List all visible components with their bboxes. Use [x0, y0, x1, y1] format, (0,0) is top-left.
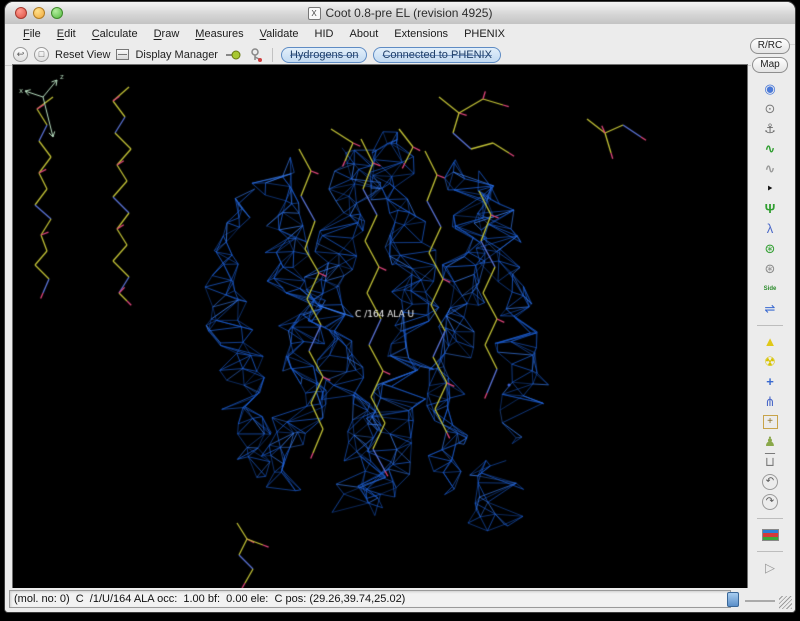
- display-manager-icon: [116, 49, 129, 60]
- flag-icon[interactable]: [762, 529, 779, 541]
- regularize-zone-icon[interactable]: ∿: [759, 159, 781, 179]
- coot-window: X Coot 0.8-pre EL (revision 4925) FileEd…: [5, 2, 795, 612]
- rrc-button[interactable]: R/RC: [750, 38, 790, 54]
- reset-view-button[interactable]: Reset View: [55, 49, 110, 61]
- mutate-icon[interactable]: ▲: [759, 332, 781, 352]
- mutate-autofit-icon[interactable]: ☢: [759, 352, 781, 372]
- display-manager-button[interactable]: Display Manager: [135, 49, 218, 61]
- menu-edit[interactable]: Edit: [49, 26, 84, 42]
- expand-toolbar-icon[interactable]: ▷: [759, 558, 781, 578]
- mini-slider[interactable]: [745, 600, 775, 602]
- anchor-icon[interactable]: ⚓: [759, 119, 781, 139]
- status-text: (mol. no: 0) C /1/U/164 ALA occ: 1.00 bf…: [9, 590, 731, 608]
- menu-phenix[interactable]: PHENIX: [456, 26, 513, 42]
- flip-sidechain-icon[interactable]: Side: [759, 279, 781, 299]
- close-button[interactable]: [15, 7, 27, 19]
- undo-icon[interactable]: ↶: [762, 474, 778, 490]
- zoom-button[interactable]: [51, 7, 63, 19]
- titlebar[interactable]: X Coot 0.8-pre EL (revision 4925): [5, 2, 795, 25]
- hydrogens-toggle[interactable]: Hydrogens on: [281, 47, 368, 63]
- toolbar-separator: [757, 551, 783, 552]
- toolbar-back-button[interactable]: ↩: [13, 47, 28, 62]
- sphere-view-icon[interactable]: ◉: [759, 79, 781, 99]
- add-alt-conf-icon[interactable]: ⋔: [759, 392, 781, 412]
- viewport-frame: [12, 64, 748, 590]
- menu-calculate[interactable]: Calculate: [84, 26, 146, 42]
- menu-draw[interactable]: Draw: [146, 26, 188, 42]
- auto-fit-rotamer-icon[interactable]: Ψ: [759, 199, 781, 219]
- toolbar-separator: [757, 325, 783, 326]
- clock-icon[interactable]: ⊙: [759, 99, 781, 119]
- go-to-ligand-icon[interactable]: [248, 47, 264, 63]
- edit-chi-angles-icon[interactable]: ⊛: [759, 239, 781, 259]
- delete-item-icon[interactable]: ⊔: [759, 452, 781, 472]
- real-space-refine-icon[interactable]: ∿: [759, 139, 781, 159]
- pointer-triangle-icon[interactable]: ‣: [759, 179, 781, 199]
- statusbar: (mol. no: 0) C /1/U/164 ALA occ: 1.00 bf…: [5, 588, 795, 612]
- tool-column: ◉⊙⚓∿∿‣Ψλ⊛⊛Side⇌▲☢+⋔+♟⊔↶↷▷: [757, 79, 783, 578]
- window-title-text: Coot 0.8-pre EL (revision 4925): [326, 6, 493, 20]
- menubar: FileEditCalculateDrawMeasuresValidateHID…: [5, 24, 795, 45]
- phenix-status-button[interactable]: Connected to PHENIX: [373, 47, 500, 63]
- main-toolbar: ↩ □ Reset View Display Manager Hydrogens…: [5, 44, 751, 66]
- redo-icon[interactable]: ↷: [762, 494, 778, 510]
- app-icon: X: [308, 7, 321, 20]
- resize-grip[interactable]: [779, 596, 792, 609]
- minimize-button[interactable]: [33, 7, 45, 19]
- menu-measures[interactable]: Measures: [187, 26, 251, 42]
- menu-about[interactable]: About: [342, 26, 387, 42]
- go-to-atom-icon[interactable]: [224, 47, 242, 63]
- place-atom-icon[interactable]: +: [763, 415, 778, 429]
- mini-progress-widget[interactable]: [727, 592, 739, 607]
- rotamers-icon[interactable]: λ: [759, 219, 781, 239]
- menu-validate[interactable]: Validate: [252, 26, 307, 42]
- rotate-translate-icon[interactable]: ⇌: [759, 299, 781, 319]
- menu-extensions[interactable]: Extensions: [386, 26, 456, 42]
- menu-hid[interactable]: HID: [307, 26, 342, 42]
- right-sidebar: R/RC Map ◉⊙⚓∿∿‣Ψλ⊛⊛Side⇌▲☢+⋔+♟⊔↶↷▷: [748, 38, 792, 586]
- torsion-general-icon[interactable]: ⊛: [759, 259, 781, 279]
- add-terminal-residue-icon[interactable]: +: [759, 372, 781, 392]
- toolbar-separator: [272, 48, 273, 62]
- 3d-viewport[interactable]: [13, 65, 747, 589]
- menu-file[interactable]: File: [15, 26, 49, 42]
- rigid-body-fit-icon[interactable]: ♟: [759, 432, 781, 452]
- toolbar-reset-icon-button[interactable]: □: [34, 47, 49, 62]
- traffic-lights: [15, 7, 63, 19]
- toolbar-separator: [757, 518, 783, 519]
- map-button[interactable]: Map: [752, 57, 787, 73]
- window-title: X Coot 0.8-pre EL (revision 4925): [308, 6, 493, 20]
